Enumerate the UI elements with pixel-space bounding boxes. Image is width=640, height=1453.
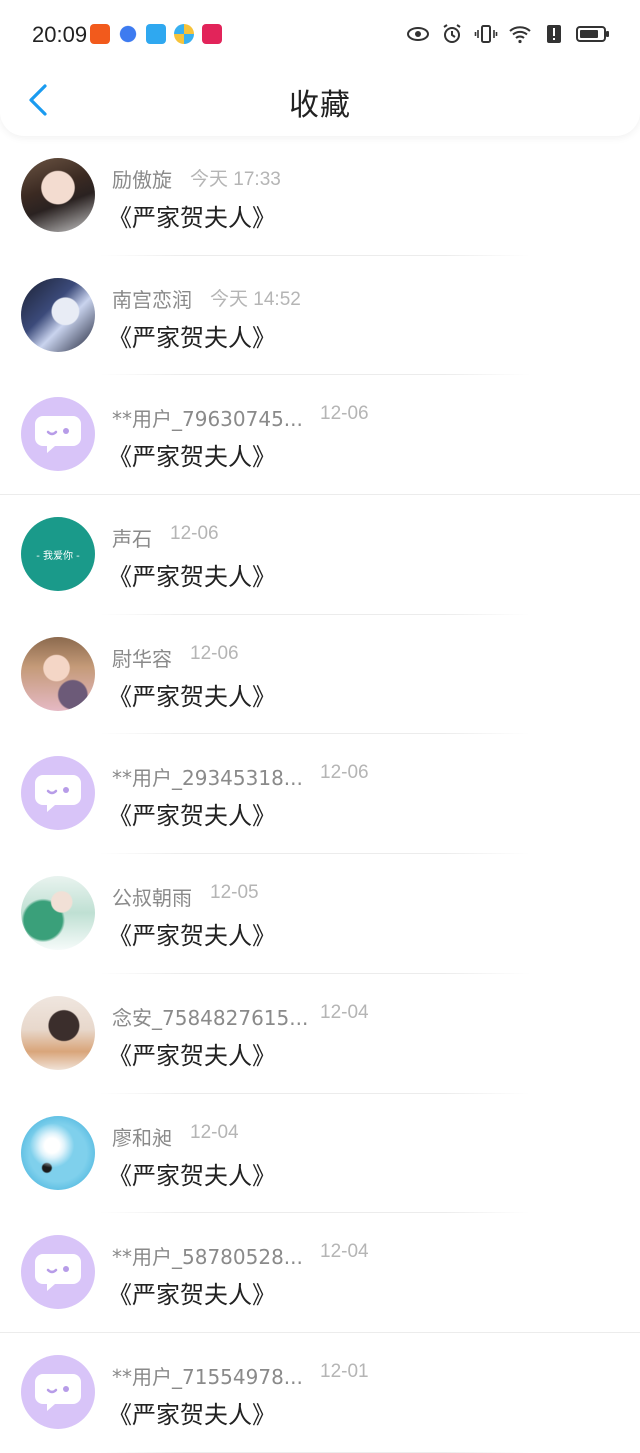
page-title: 收藏: [289, 88, 351, 123]
browser-icon: [118, 24, 138, 44]
kuaishou-icon: [90, 24, 110, 44]
favorite-date: 12-06: [190, 642, 239, 664]
book-title[interactable]: 《严家贺夫人》: [108, 318, 276, 353]
user-name: 公叔朝雨: [112, 886, 192, 911]
user-name: 廖和昶: [112, 1125, 172, 1150]
weather-icon: [146, 24, 166, 44]
chat-bubble-icon: [35, 1254, 81, 1292]
alert-icon: [547, 25, 561, 43]
list-item[interactable]: **用户_29345318... 12-06 《严家贺夫人》: [0, 734, 640, 855]
avatar[interactable]: - 我爱你 -: [21, 517, 95, 592]
user-name: 南宫恋润: [112, 287, 192, 312]
video-icon: [202, 24, 222, 44]
avatar[interactable]: [21, 1354, 95, 1429]
alarm-icon: [443, 24, 461, 43]
user-name: 励傲旋: [112, 168, 172, 192]
favorite-date: 12-04: [190, 1121, 239, 1143]
system-icons: [406, 22, 610, 46]
list-item[interactable]: 尉华容 12-06 《严家贺夫人》: [0, 615, 640, 735]
battery-icon: [576, 26, 609, 42]
list-item[interactable]: 念安_7584827615... 12-04 《严家贺夫人》: [0, 974, 640, 1094]
chat-bubble-icon: [35, 775, 81, 813]
book-title[interactable]: 《严家贺夫人》: [108, 198, 276, 233]
list-item[interactable]: **用户_58780528... 12-04 《严家贺夫人》: [0, 1213, 640, 1333]
list-item[interactable]: 公叔朝雨 12-05 《严家贺夫人》: [0, 854, 640, 974]
user-name: 念安_7584827615...: [112, 1005, 309, 1030]
favorite-date: 12-06: [170, 523, 219, 545]
book-title[interactable]: 《严家贺夫人》: [108, 1036, 276, 1071]
avatar[interactable]: [21, 995, 95, 1070]
user-name: **用户_71554978...: [112, 1364, 303, 1389]
book-title[interactable]: 《严家贺夫人》: [108, 1275, 276, 1310]
pinwheel-icon: [174, 24, 194, 44]
avatar[interactable]: [21, 277, 95, 352]
vibrate-icon: [474, 25, 498, 43]
user-name: **用户_79630745...: [112, 407, 303, 432]
divider: [100, 1451, 530, 1453]
list-item[interactable]: 南宫恋润 今天 14:52 《严家贺夫人》: [0, 256, 640, 376]
favorite-date: 今天 14:52: [210, 288, 301, 310]
avatar[interactable]: [21, 158, 95, 232]
book-title[interactable]: 《严家贺夫人》: [108, 557, 276, 592]
notification-icons: [90, 24, 222, 44]
favorite-date: 今天 17:33: [190, 169, 281, 190]
user-name: 尉华容: [112, 646, 172, 671]
book-title[interactable]: 《严家贺夫人》: [108, 1395, 276, 1430]
avatar[interactable]: [21, 1115, 95, 1190]
list-item[interactable]: **用户_71554978... 12-01 《严家贺夫人》: [0, 1333, 640, 1453]
eye-icon: [407, 27, 429, 41]
chat-bubble-icon: [35, 1373, 81, 1411]
avatar[interactable]: [21, 397, 95, 472]
list-item[interactable]: - 我爱你 - 声石 12-06 《严家贺夫人》: [0, 495, 640, 615]
chat-bubble-icon: [35, 416, 81, 454]
header: 20:09 收藏: [0, 0, 640, 136]
avatar-caption: - 我爱你 -: [36, 550, 80, 562]
wifi-icon: [509, 26, 531, 44]
favorite-date: 12-01: [320, 1360, 369, 1382]
nav-bar: 收藏: [0, 70, 640, 132]
list-item[interactable]: **用户_79630745... 12-06 《严家贺夫人》: [0, 375, 640, 496]
favorite-date: 12-06: [320, 403, 369, 425]
list-item[interactable]: 廖和昶 12-04 《严家贺夫人》: [0, 1094, 640, 1214]
avatar[interactable]: [21, 756, 95, 831]
status-time: 20:09: [32, 22, 88, 47]
favorites-list: 励傲旋 今天 17:33 《严家贺夫人》 南宫恋润 今天 14:52 《严家贺夫人》 **用…: [0, 136, 640, 1453]
user-name: **用户_29345318...: [112, 766, 303, 791]
list-item[interactable]: 励傲旋 今天 17:33 《严家贺夫人》: [0, 136, 640, 256]
favorite-date: 12-04: [320, 1001, 369, 1023]
favorite-date: 12-04: [320, 1241, 369, 1263]
user-name: **用户_58780528...: [112, 1245, 303, 1270]
avatar[interactable]: [21, 876, 95, 951]
book-title[interactable]: 《严家贺夫人》: [108, 796, 276, 831]
user-name: 声石: [112, 527, 152, 552]
favorite-date: 12-05: [210, 882, 259, 904]
avatar[interactable]: [21, 636, 95, 711]
book-title[interactable]: 《严家贺夫人》: [108, 677, 276, 712]
avatar[interactable]: [21, 1235, 95, 1310]
favorite-date: 12-06: [320, 762, 369, 784]
status-bar: 20:09: [0, 0, 640, 70]
book-title[interactable]: 《严家贺夫人》: [108, 916, 276, 951]
book-title[interactable]: 《严家贺夫人》: [108, 1156, 276, 1191]
book-title[interactable]: 《严家贺夫人》: [108, 437, 276, 472]
